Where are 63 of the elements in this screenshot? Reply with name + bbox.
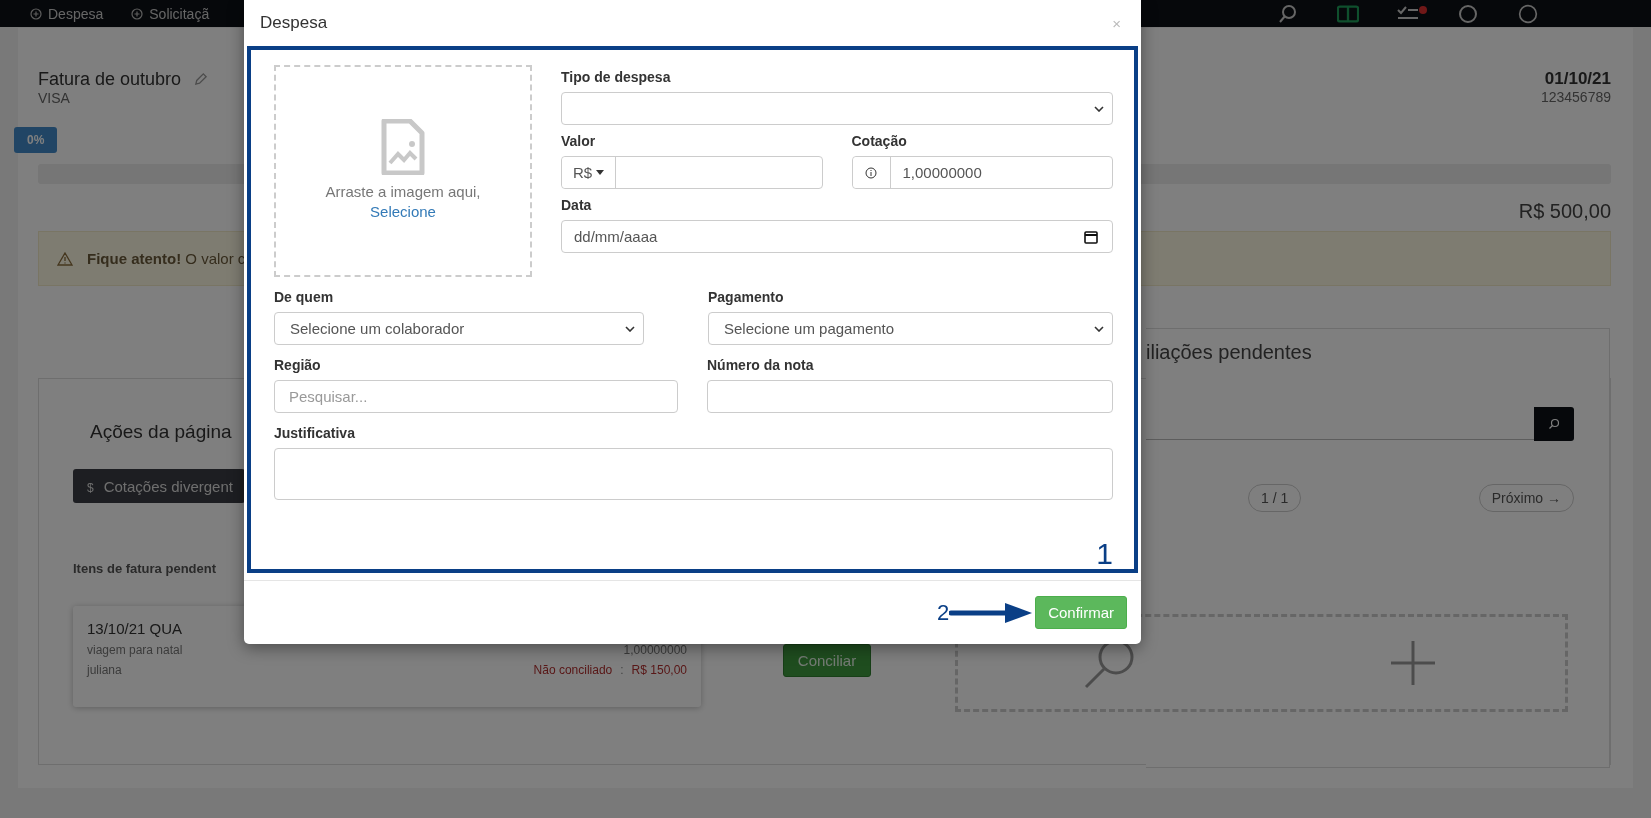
select-value: Selecione um colaborador xyxy=(290,320,465,337)
textarea-field[interactable] xyxy=(274,448,1113,500)
select-field[interactable]: Selecione um colaborador xyxy=(274,312,644,345)
divergent-quotes-button[interactable]: $ Cotações divergent xyxy=(73,469,245,503)
chevron-down-icon xyxy=(1094,105,1104,112)
search-icon xyxy=(1548,418,1560,430)
avatar-icon[interactable] xyxy=(1517,3,1539,24)
plus-circle-icon xyxy=(131,7,144,20)
item-person: juliana xyxy=(87,663,122,677)
date-placeholder: dd/mm/aaaa xyxy=(574,228,658,245)
step-number: 1 xyxy=(1096,539,1113,569)
pencil-icon[interactable] xyxy=(193,72,209,87)
notification-dot xyxy=(1419,5,1427,14)
separator: : xyxy=(620,663,624,677)
invoice-total: R$ 500,00 xyxy=(1518,200,1611,223)
image-file-icon xyxy=(381,119,425,175)
card-name: VISA xyxy=(38,90,71,106)
field-label: De quem xyxy=(274,289,335,305)
section-heading: Itens de fatura pendent xyxy=(73,561,217,576)
item-rate: 1,00000000 xyxy=(623,643,687,657)
section-title: Ações da página xyxy=(90,421,232,443)
field-label: Tipo de despesa xyxy=(561,69,672,85)
item-status: Não conciliado xyxy=(533,663,613,677)
text-input[interactable] xyxy=(707,380,1113,413)
next-button[interactable]: Próximo → xyxy=(1478,484,1574,512)
field-label: Valor xyxy=(561,133,597,149)
panel-title: iliações pendentes xyxy=(1146,341,1313,364)
nav-link[interactable]: Despesa xyxy=(30,5,104,22)
confirm-button[interactable]: Confirmar xyxy=(1035,596,1127,629)
field-label: Cotação xyxy=(851,133,908,149)
text-input[interactable]: Pesquisar... xyxy=(274,380,678,413)
search-button[interactable] xyxy=(1534,407,1574,441)
date-field[interactable]: dd/mm/aaaa xyxy=(561,220,1113,253)
item-description: viagem para natal xyxy=(87,643,183,657)
item-date: 13/10/21 QUA xyxy=(87,620,184,637)
dropzone-hint: Arraste a imagem aqui, xyxy=(325,183,481,200)
item-amount: R$ 150,00 xyxy=(631,663,687,677)
field-label: Número da nota xyxy=(707,357,815,373)
invoice-title: Fatura de outubro xyxy=(38,69,182,90)
select-field[interactable] xyxy=(561,92,1113,125)
image-dropzone[interactable]: Arraste a imagem aqui, Selecione xyxy=(274,65,532,277)
field-label: Região xyxy=(274,357,322,373)
select-field[interactable]: Selecione um pagamento xyxy=(708,312,1113,345)
select-link[interactable]: Selecione xyxy=(370,203,436,220)
help-circle-icon[interactable] xyxy=(1457,3,1479,24)
field-label: Justificativa xyxy=(274,425,356,441)
page-indicator: 1 / 1 xyxy=(1248,484,1302,512)
field-label: Data xyxy=(561,197,593,213)
reconcile-button[interactable]: Conciliar xyxy=(783,644,871,677)
chevron-down-icon xyxy=(625,325,635,332)
step-number: 2 xyxy=(936,601,950,624)
invoice-date: 01/10/21 xyxy=(1544,69,1611,89)
warning-icon xyxy=(57,251,73,266)
progress-tooltip: 0% xyxy=(14,127,58,153)
plus-circle-icon xyxy=(30,7,42,20)
calendar-icon xyxy=(1084,229,1098,244)
nav-link[interactable]: Solicitaçã xyxy=(131,5,210,22)
alert-message: Fique atento! O valor c xyxy=(87,250,246,267)
select-value: Selecione um pagamento xyxy=(724,320,895,337)
invoice-number: 123456789 xyxy=(1540,89,1611,105)
chevron-down-icon xyxy=(1094,325,1104,332)
field-label: Pagamento xyxy=(708,289,785,305)
dialog-title: Despesa xyxy=(260,13,328,33)
